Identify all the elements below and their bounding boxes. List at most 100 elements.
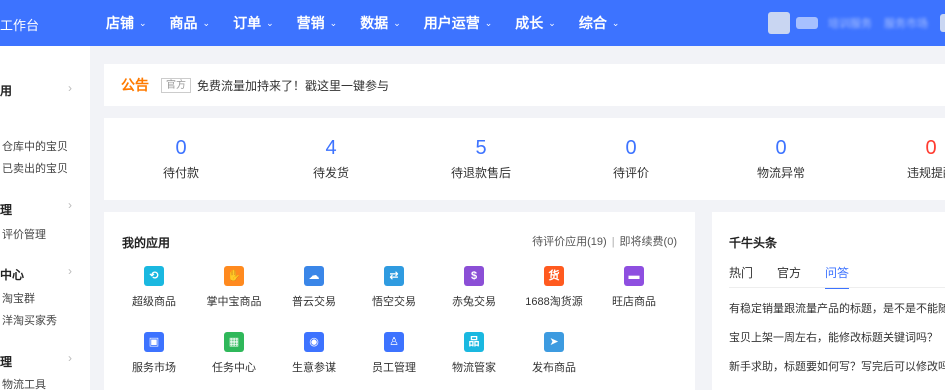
- nav-label: 店铺: [106, 15, 134, 31]
- chevron-right-icon[interactable]: ›: [68, 81, 72, 95]
- chevron-right-icon[interactable]: ›: [68, 198, 72, 212]
- stat-label: 待退款售后: [450, 166, 511, 180]
- app-tile[interactable]: ◉ 生意参谋: [274, 332, 354, 375]
- sidebar-item-review-management[interactable]: 评价管理: [2, 226, 46, 242]
- stat-label: 待付款: [162, 166, 199, 180]
- nav-marketing[interactable]: 营销 ⌄: [297, 0, 338, 46]
- nav-shop[interactable]: 店铺 ⌄: [106, 0, 147, 46]
- stat-pending-payment[interactable]: 0 待付款: [126, 136, 236, 181]
- avatar[interactable]: [940, 14, 945, 32]
- sidebar-item-sold-goods[interactable]: 已卖出的宝贝: [2, 160, 68, 176]
- nav-orders[interactable]: 订单 ⌄: [233, 0, 274, 46]
- sidebar-item-taobao-group[interactable]: 淘宝群: [2, 290, 35, 306]
- top-navigation-bar: 工作台 店铺 ⌄ 商品 ⌄ 订单 ⌄ 营销 ⌄ 数据 ⌄ 用户运营 ⌄ 成长 ⌄ 综合 ⌄ 培训…: [0, 0, 945, 46]
- chevron-down-icon: ⌄: [484, 17, 493, 28]
- nav-label: 数据: [360, 15, 389, 31]
- app-tile[interactable]: ✋ 掌中宝商品: [194, 266, 274, 309]
- chevron-down-icon: ⌄: [266, 17, 274, 28]
- sidebar-section-head[interactable]: 理: [0, 201, 12, 218]
- nav-label: 订单: [233, 15, 262, 31]
- stat-label: 物流异常: [756, 166, 805, 180]
- service-market-link[interactable]: 服务市场: [884, 15, 928, 31]
- nav-general[interactable]: 综合 ⌄: [579, 0, 620, 46]
- app-tile[interactable]: ▬ 旺店商品: [594, 266, 674, 309]
- user-icon: ♙: [384, 332, 404, 352]
- logistics-icon: 品: [464, 332, 484, 352]
- stat-logistics-abnormal[interactable]: 0 物流异常: [726, 136, 836, 181]
- app-label: 服务市场: [132, 362, 176, 374]
- app-tile[interactable]: ▦ 任务中心: [194, 332, 274, 375]
- app-tile[interactable]: ☁ 普云交易: [274, 266, 354, 309]
- nav-user-ops[interactable]: 用户运营 ⌄: [424, 0, 493, 46]
- list-item[interactable]: 宝贝上架一周左右，能修改标题关键词吗？: [729, 329, 938, 345]
- chevron-down-icon: ⌄: [611, 17, 620, 28]
- app-label: 发布商品: [532, 362, 576, 374]
- stat-label: 待评价: [612, 166, 649, 180]
- chevron-down-icon: ⌄: [329, 17, 338, 28]
- tab-qa[interactable]: 问答: [825, 264, 850, 289]
- app-tile[interactable]: ⇄ 悟空交易: [354, 266, 434, 309]
- nav-growth[interactable]: 成长 ⌄: [515, 0, 556, 46]
- app-tile[interactable]: ▣ 服务市场: [114, 332, 194, 375]
- calendar-icon: ▦: [224, 332, 244, 352]
- stat-violation-alert[interactable]: 0 违规提醒: [876, 136, 945, 181]
- chevron-right-icon[interactable]: ›: [68, 351, 72, 365]
- announcement-link[interactable]: 免费流量加持来了！戳这里一键参与: [197, 77, 389, 94]
- renewal-soon-link[interactable]: 即将续费(0): [620, 236, 677, 248]
- list-item[interactable]: 新手求助，标题要如何写？写完后可以修改吗: [729, 358, 945, 374]
- app-tile[interactable]: ♙ 员工管理: [354, 332, 434, 375]
- app-tile[interactable]: 货 1688淘货源: [514, 266, 594, 309]
- sidebar-item-logistics-tools[interactable]: 物流工具: [2, 376, 46, 390]
- workbench-title[interactable]: 工作台: [0, 15, 39, 34]
- nav-data[interactable]: 数据 ⌄: [360, 0, 401, 46]
- nav-label: 营销: [296, 15, 325, 31]
- chevron-down-icon: ⌄: [393, 17, 401, 28]
- training-link[interactable]: 培训服务: [828, 15, 872, 31]
- stat-pending-shipment[interactable]: 4 待发货: [276, 136, 386, 181]
- avatar[interactable]: [768, 12, 790, 34]
- stat-label: 违规提醒: [906, 166, 945, 180]
- app-label: 赤兔交易: [452, 296, 496, 308]
- list-item[interactable]: 有稳定销量跟流量产品的标题，是不是不能随: [729, 300, 945, 316]
- sidebar-section-head[interactable]: 用: [0, 82, 12, 99]
- bag-icon: ▣: [144, 332, 164, 352]
- store-icon: ▬: [624, 266, 644, 286]
- sidebar-item-buyer-show[interactable]: 洋淘买家秀: [2, 312, 57, 328]
- stat-pending-refund[interactable]: 5 待退款售后: [426, 136, 536, 181]
- sidebar-section-head[interactable]: 中心: [0, 266, 24, 283]
- refresh-icon: ⟲: [144, 266, 164, 286]
- app-tile[interactable]: $ 赤兔交易: [434, 266, 514, 309]
- app-label: 普云交易: [292, 296, 336, 308]
- my-apps-title: 我的应用: [122, 236, 171, 250]
- app-tile[interactable]: ⟲ 超级商品: [114, 266, 194, 309]
- app-tile[interactable]: 品物流管家: [434, 332, 514, 375]
- nav-label: 成长: [515, 15, 544, 31]
- cloud-icon: ☁: [304, 266, 324, 286]
- headlines-tabs: 热门 官方 问答: [729, 264, 873, 289]
- chevron-right-icon[interactable]: ›: [68, 264, 72, 278]
- tab-official[interactable]: 官方: [777, 264, 801, 289]
- qianniu-headlines-card: 千牛头条 热门 官方 问答 有稳定销量跟流量产品的标题，是不是不能随 宝贝上架一…: [712, 212, 945, 390]
- app-label: 超级商品: [132, 296, 176, 308]
- stat-pending-review[interactable]: 0 待评价: [576, 136, 686, 181]
- stat-value: 0: [175, 137, 187, 159]
- sidebar: 用 › 仓库中的宝贝 已卖出的宝贝 理 › 评价管理 中心 › 淘宝群 洋淘买家…: [0, 46, 90, 390]
- account-name-redacted: [796, 17, 818, 29]
- nav-goods[interactable]: 商品 ⌄: [170, 0, 211, 46]
- sidebar-item-warehouse-goods[interactable]: 仓库中的宝贝: [2, 138, 68, 154]
- stat-value: 4: [325, 137, 337, 159]
- app-label: 生意参谋: [292, 362, 336, 374]
- pending-review-apps-link[interactable]: 待评价应用(19): [532, 236, 607, 248]
- tab-hot[interactable]: 热门: [729, 264, 753, 289]
- trade-icon: ⇄: [384, 266, 404, 286]
- sidebar-section-head[interactable]: 理: [0, 353, 12, 370]
- stat-value: 0: [925, 137, 937, 159]
- headlines-title: 千牛头条: [729, 236, 778, 250]
- tab-divider: [729, 287, 945, 288]
- app-label: 1688淘货源: [525, 296, 583, 308]
- app-tile[interactable]: ➤ 发布商品: [514, 332, 594, 375]
- app-label: 员工管理: [372, 362, 416, 374]
- announcement-title: 公告: [121, 77, 149, 93]
- chevron-down-icon: ⌄: [202, 17, 211, 28]
- stat-value: 0: [625, 137, 637, 159]
